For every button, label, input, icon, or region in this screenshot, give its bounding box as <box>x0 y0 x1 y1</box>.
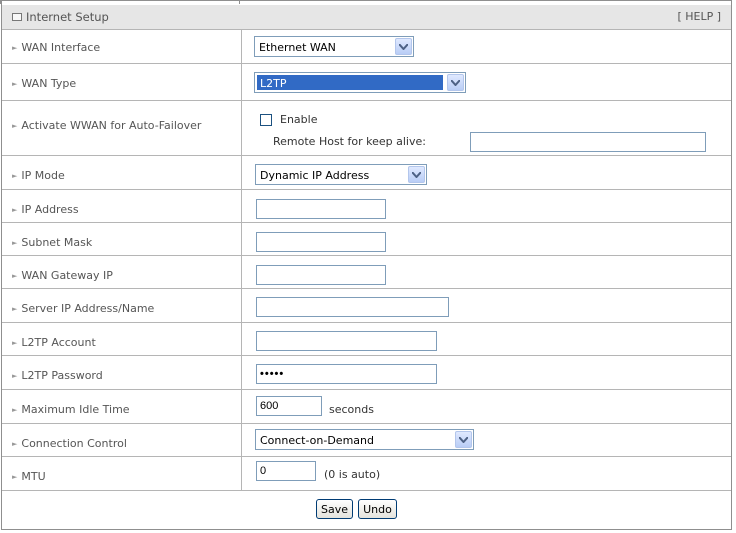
l2tp-password-input[interactable] <box>256 364 437 384</box>
ip-mode-select[interactable]: Dynamic IP Address <box>255 164 427 185</box>
internet-setup-panel: Internet Setup [ HELP ] ► WAN Interface E… <box>1 0 732 530</box>
bullet-arrow-icon: ► <box>12 206 18 214</box>
panel-header: Internet Setup [ HELP ] <box>2 5 731 30</box>
row-l2tp-password: ► L2TP Password <box>2 356 731 390</box>
mtu-hint: (0 is auto) <box>324 468 381 481</box>
bullet-arrow-icon: ► <box>12 239 18 247</box>
bullet-arrow-icon: ► <box>12 122 18 130</box>
wan-type-label: WAN Type <box>21 77 77 90</box>
mtu-label: MTU <box>21 470 46 483</box>
remote-host-label: Remote Host for keep alive: <box>273 135 426 148</box>
row-wwan-failover: ► Activate WWAN for Auto-Failover Enable … <box>2 101 731 156</box>
panel-title: Internet Setup <box>26 10 109 24</box>
chevron-down-icon[interactable] <box>455 431 472 448</box>
server-ip-input[interactable] <box>256 297 449 317</box>
mtu-input[interactable] <box>256 461 316 481</box>
row-connection-control: ► Connection Control Connect-on-Demand <box>2 424 731 457</box>
ip-mode-label: IP Mode <box>21 169 65 182</box>
subnet-mask-input[interactable] <box>256 232 386 252</box>
row-mtu: ►MTU (0 is auto) <box>2 457 731 491</box>
l2tp-account-input[interactable] <box>256 331 437 351</box>
bullet-arrow-icon: ► <box>12 80 18 88</box>
row-ip-mode: ► IP Mode Dynamic IP Address <box>2 156 731 190</box>
wwan-failover-label: Activate WWAN for Auto-Failover <box>21 119 202 132</box>
undo-button[interactable]: Undo <box>358 499 397 519</box>
connection-control-select[interactable]: Connect-on-Demand <box>255 429 474 450</box>
server-ip-label: Server IP Address/Name <box>21 302 155 315</box>
l2tp-password-label: L2TP Password <box>21 369 103 382</box>
chevron-down-icon[interactable] <box>408 166 425 183</box>
bullet-arrow-icon: ► <box>12 339 18 347</box>
row-subnet-mask: ► Subnet Mask <box>2 223 731 256</box>
enable-checkbox[interactable] <box>260 114 272 126</box>
ip-address-input[interactable] <box>256 199 386 219</box>
save-button[interactable]: Save <box>316 499 353 519</box>
bullet-arrow-icon: ► <box>12 172 18 180</box>
row-max-idle: ►Maximum Idle Time seconds <box>2 390 731 424</box>
ip-address-label: IP Address <box>21 203 79 216</box>
chevron-down-icon[interactable] <box>447 74 464 91</box>
row-ip-address: ► IP Address <box>2 190 731 223</box>
wan-interface-label: WAN Interface <box>21 41 101 54</box>
subnet-mask-label: Subnet Mask <box>21 236 93 249</box>
row-l2tp-account: ► L2TP Account <box>2 323 731 356</box>
row-server-ip: ► Server IP Address/Name <box>2 289 731 323</box>
enable-checkbox-label: Enable <box>280 113 318 126</box>
bullet-arrow-icon: ► <box>12 473 18 481</box>
row-wan-type: ► WAN Type L2TP <box>2 64 731 101</box>
bullet-arrow-icon: ► <box>12 372 18 380</box>
max-idle-label: Maximum Idle Time <box>21 403 130 416</box>
wan-gateway-input[interactable] <box>256 265 386 285</box>
wan-gateway-label: WAN Gateway IP <box>21 269 113 282</box>
window-icon <box>12 13 22 21</box>
bullet-arrow-icon: ► <box>12 305 18 313</box>
bullet-arrow-icon: ► <box>12 440 18 448</box>
connection-control-label: Connection Control <box>21 437 127 450</box>
l2tp-account-label: L2TP Account <box>21 336 96 349</box>
bullet-arrow-icon: ► <box>12 44 18 52</box>
wan-interface-select[interactable]: Ethernet WAN <box>254 36 414 57</box>
bullet-arrow-icon: ► <box>12 272 18 280</box>
row-wan-interface: ► WAN Interface Ethernet WAN <box>2 30 731 64</box>
bullet-arrow-icon: ► <box>12 406 18 414</box>
max-idle-input[interactable] <box>256 396 322 416</box>
row-wan-gateway: ► WAN Gateway IP <box>2 256 731 289</box>
remote-host-input[interactable] <box>470 132 706 152</box>
wan-type-select[interactable]: L2TP <box>254 72 466 93</box>
max-idle-unit: seconds <box>329 403 374 416</box>
chevron-down-icon[interactable] <box>395 38 412 55</box>
help-link[interactable]: [ HELP ] <box>677 10 721 23</box>
